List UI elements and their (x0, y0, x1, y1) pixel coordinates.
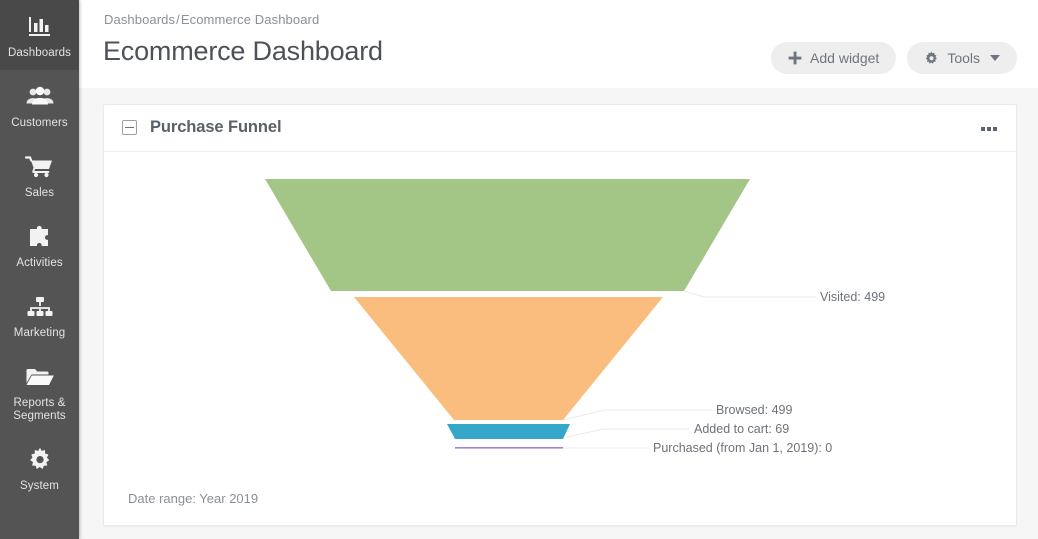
add-widget-label: Add widget (810, 50, 880, 66)
menu-dot (993, 127, 997, 131)
gear-icon (2, 445, 77, 475)
app-root: Dashboards Customers Sales Activities Ma… (0, 0, 1038, 539)
sidebar-item-label: Dashboards (7, 47, 71, 59)
funnel-label-visited: Visited: 499 (820, 290, 885, 304)
breadcrumb-root-link[interactable]: Dashboards (104, 12, 175, 27)
widget-header: Purchase Funnel (104, 105, 1016, 152)
leader-line-added-to-cart (566, 428, 690, 438)
sidebar-item-dashboards[interactable]: Dashboards (0, 0, 79, 70)
sidebar-item-sales[interactable]: Sales (0, 140, 79, 210)
plus-icon (788, 51, 802, 65)
collapse-icon[interactable] (122, 120, 137, 135)
breadcrumb-current: Ecommerce Dashboard (180, 12, 320, 27)
sidebar-item-customers[interactable]: Customers (0, 70, 79, 140)
page-body: Purchase Funnel Visited: 499 Browsed: 49… (79, 88, 1038, 539)
gear-icon (924, 50, 939, 66)
users-icon (2, 82, 77, 112)
sidebar-item-marketing[interactable]: Marketing (0, 280, 79, 350)
tools-button[interactable]: Tools (907, 42, 1017, 74)
page-title: Ecommerce Dashboard (103, 36, 383, 66)
widget-title: Purchase Funnel (150, 118, 282, 136)
funnel-segment-visited[interactable] (265, 179, 750, 291)
main-content: Dashboards/Ecommerce Dashboard Ecommerce… (79, 0, 1038, 539)
breadcrumb-separator: / (176, 12, 180, 27)
chevron-down-icon (990, 55, 1000, 61)
sidebar-item-system[interactable]: System (0, 433, 79, 503)
leader-line-browsed (562, 409, 712, 421)
main-sidebar: Dashboards Customers Sales Activities Ma… (0, 0, 79, 539)
page-header: Dashboards/Ecommerce Dashboard Ecommerce… (79, 0, 1038, 88)
header-actions: Add widget Tools (771, 42, 1017, 74)
puzzle-piece-icon (2, 222, 77, 252)
sitemap-icon (2, 292, 77, 322)
sidebar-item-label: Customers (11, 117, 68, 129)
menu-dot (981, 127, 985, 131)
funnel-chart: Visited: 499 Browsed: 499 Added to cart:… (104, 152, 1016, 526)
sidebar-item-label: Activities (16, 257, 63, 269)
funnel-segment-added-to-cart[interactable] (447, 424, 570, 439)
date-range-label: Date range: Year 2019 (128, 491, 259, 506)
menu-dot (987, 127, 991, 131)
sidebar-item-label: Sales (24, 187, 55, 199)
purchase-funnel-widget: Purchase Funnel Visited: 499 Browsed: 49… (103, 104, 1017, 526)
funnel-label-added-to-cart: Added to cart: 69 (694, 422, 789, 436)
funnel-svg: Visited: 499 Browsed: 499 Added to cart:… (265, 179, 885, 455)
funnel-segment-purchased[interactable] (455, 447, 563, 449)
sidebar-item-reports-segments[interactable]: Reports & Segments (0, 350, 79, 433)
bar-chart-icon (2, 12, 77, 42)
funnel-label-purchased: Purchased (from Jan 1, 2019): 0 (653, 441, 832, 455)
leader-line-visited (683, 290, 816, 298)
widget-menu-icon[interactable] (976, 119, 1002, 139)
sidebar-item-label: Reports & Segments (13, 397, 66, 422)
sidebar-item-label: Marketing (13, 327, 66, 339)
tools-label: Tools (947, 50, 980, 66)
widget-body: Visited: 499 Browsed: 499 Added to cart:… (104, 152, 1016, 526)
folder-open-icon (2, 362, 77, 392)
shopping-cart-icon (2, 152, 77, 182)
funnel-segment-browsed[interactable] (354, 297, 663, 420)
add-widget-button[interactable]: Add widget (771, 42, 897, 74)
sidebar-item-label: System (20, 480, 59, 492)
breadcrumb: Dashboards/Ecommerce Dashboard (104, 12, 319, 27)
funnel-label-browsed: Browsed: 499 (716, 403, 792, 417)
sidebar-item-activities[interactable]: Activities (0, 210, 79, 280)
